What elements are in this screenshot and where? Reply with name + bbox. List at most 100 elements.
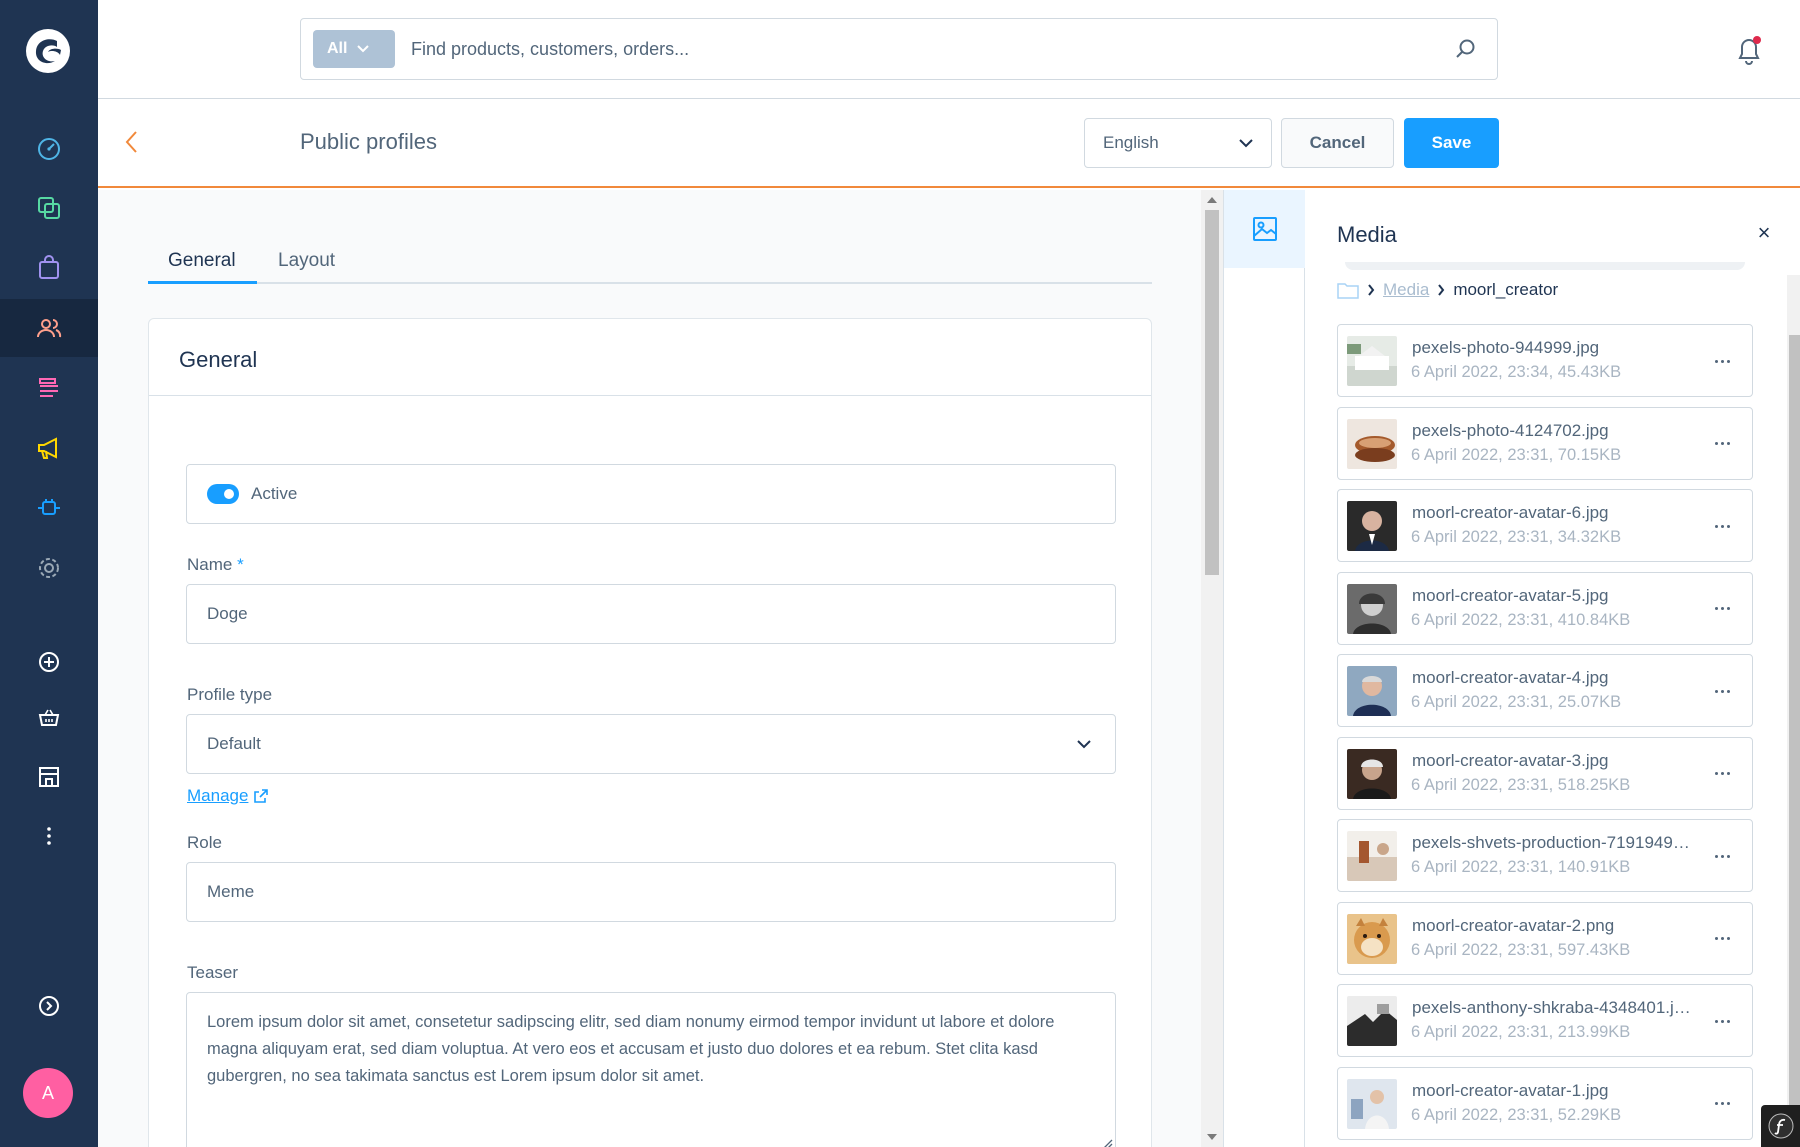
search-type-select[interactable]: All <box>313 30 395 68</box>
role-field[interactable]: Meme <box>186 862 1116 922</box>
media-sidebar-tab[interactable] <box>1224 190 1306 268</box>
media-thumbnail <box>1347 336 1397 386</box>
file-name: pexels-shvets-production-7191949.jpg <box>1412 833 1692 852</box>
symfony-logo-icon <box>1768 1113 1793 1139</box>
media-item[interactable]: pexels-photo-4124702.jpg 6 April 2022, 2… <box>1337 406 1753 480</box>
resize-handle-icon[interactable] <box>1101 1137 1113 1147</box>
content-icon <box>39 378 58 397</box>
admin-sidebar: A <box>0 0 98 1147</box>
media-scrollbar[interactable] <box>1787 275 1800 1147</box>
sidebar-item-settings[interactable] <box>0 539 98 597</box>
file-name: pexels-anthony-shkraba-4348401.jpg <box>1412 998 1692 1017</box>
more-actions-icon[interactable] <box>1710 846 1734 866</box>
shopping-bag-icon <box>39 255 59 279</box>
customers-icon <box>37 319 62 338</box>
media-thumbnail <box>1347 501 1397 551</box>
tab-general[interactable]: General <box>168 250 236 272</box>
shopware-logo[interactable] <box>25 28 71 74</box>
file-name: moorl-creator-avatar-1.jpg <box>1412 1080 1609 1100</box>
sidebar-item-customers[interactable] <box>0 299 98 357</box>
active-tab-indicator <box>148 281 257 284</box>
media-item[interactable]: moorl-creator-avatar-6.jpg 6 April 2022,… <box>1337 489 1753 562</box>
folder-icon[interactable] <box>1337 281 1359 299</box>
symfony-toolbar-toggle[interactable] <box>1761 1105 1800 1147</box>
sidebar-item-catalogues[interactable] <box>0 179 98 237</box>
notification-bell-icon[interactable] <box>1734 34 1764 66</box>
more-actions-icon[interactable] <box>1710 1011 1734 1031</box>
media-thumbnail <box>1347 666 1397 716</box>
sidebar-item-content[interactable] <box>0 359 98 417</box>
active-label: Active <box>251 484 298 503</box>
tab-layout[interactable]: Layout <box>278 250 335 272</box>
name-field[interactable]: Doge <box>186 584 1116 644</box>
name-value: Doge <box>207 604 248 623</box>
external-link-icon <box>254 789 269 803</box>
media-list: pexels-photo-944999.jpg 6 April 2022, 23… <box>1337 324 1753 1147</box>
required-mark: * <box>237 555 244 574</box>
file-name: moorl-creator-avatar-4.jpg <box>1412 668 1609 687</box>
more-actions-icon[interactable] <box>1710 516 1734 536</box>
gear-icon <box>39 558 59 578</box>
name-label-text: Name <box>187 555 233 574</box>
more-actions-icon[interactable] <box>1710 599 1734 619</box>
active-toggle[interactable] <box>207 484 239 504</box>
sidebar-item-marketing[interactable] <box>0 419 98 477</box>
profile-type-select[interactable]: Default <box>186 714 1116 774</box>
media-item[interactable]: moorl-creator-avatar-5.jpg 6 April 2022,… <box>1337 571 1753 645</box>
sidebar-item-more[interactable] <box>0 807 98 865</box>
media-item[interactable]: pexels-photo-944999.jpg 6 April 2022, 23… <box>1337 324 1753 397</box>
scroll-thumb[interactable] <box>1205 210 1219 575</box>
main-scrollbar[interactable] <box>1201 190 1223 1147</box>
more-actions-icon[interactable] <box>1710 351 1734 371</box>
sidebar-item-storefront[interactable] <box>0 748 98 806</box>
name-label: Name * <box>187 555 244 575</box>
chevron-down-icon <box>1077 740 1091 749</box>
user-avatar[interactable]: A <box>23 1068 73 1118</box>
dashboard-icon <box>38 138 60 160</box>
more-actions-icon[interactable] <box>1710 764 1734 784</box>
file-name: moorl-creator-avatar-2.png <box>1412 915 1615 935</box>
sidebar-item-sales-channel[interactable] <box>0 689 98 747</box>
more-actions-icon[interactable] <box>1710 1094 1734 1114</box>
sidebar-item-dashboard[interactable] <box>0 119 98 177</box>
more-actions-icon[interactable] <box>1710 434 1734 454</box>
scroll-up-arrow[interactable] <box>1207 197 1217 203</box>
profile-type-label: Profile type <box>187 685 273 704</box>
media-item[interactable]: moorl-creator-avatar-2.png 6 April 2022,… <box>1337 901 1753 975</box>
teaser-textarea[interactable]: Lorem ipsum dolor sit amet, consetetur s… <box>186 992 1116 1147</box>
media-scroll-thumb[interactable] <box>1789 335 1800 1147</box>
media-panel-title: Media <box>1337 222 1397 247</box>
media-item[interactable]: moorl-creator-avatar-4.jpg 6 April 2022,… <box>1337 654 1753 727</box>
save-button[interactable]: Save <box>1404 118 1499 168</box>
cancel-button[interactable]: Cancel <box>1281 118 1394 168</box>
file-name: pexels-photo-944999.jpg <box>1412 338 1600 357</box>
file-meta: 6 April 2022, 23:31, 410.84KB <box>1411 610 1631 629</box>
sidebar-collapse-toggle[interactable] <box>0 977 98 1035</box>
sidebar-item-extensions[interactable] <box>0 479 98 537</box>
more-actions-icon[interactable] <box>1710 681 1734 701</box>
profile-type-value: Default <box>207 734 261 753</box>
back-arrow-icon[interactable] <box>124 130 140 154</box>
file-meta: 6 April 2022, 23:34, 45.43KB <box>1411 363 1622 381</box>
more-actions-icon[interactable] <box>1710 929 1734 949</box>
file-meta: 6 April 2022, 23:31, 52.29KB <box>1411 1105 1622 1124</box>
sidebar-item-add[interactable] <box>0 633 98 691</box>
smart-bar: Public profiles English Cancel Save <box>98 99 1800 188</box>
detail-tabs: General Layout <box>148 250 1152 284</box>
breadcrumb-current: moorl_creator <box>1453 280 1559 299</box>
sidebar-item-orders[interactable] <box>0 239 98 297</box>
language-switch[interactable]: English <box>1084 118 1272 168</box>
close-icon[interactable]: × <box>1753 222 1775 244</box>
role-value: Meme <box>207 882 255 901</box>
media-item[interactable]: moorl-creator-avatar-3.jpg 6 April 2022,… <box>1337 736 1753 810</box>
search-input[interactable] <box>411 29 1411 69</box>
scroll-down-arrow[interactable] <box>1207 1134 1217 1140</box>
media-item[interactable]: moorl-creator-avatar-1.jpg 6 April 2022,… <box>1337 1066 1753 1140</box>
manage-link[interactable]: Manage <box>187 786 269 806</box>
breadcrumb-media-link[interactable]: Media <box>1383 280 1429 300</box>
search-icon[interactable] <box>1455 38 1477 60</box>
breadcrumb: Media moorl_creator <box>1337 280 1558 300</box>
file-name: moorl-creator-avatar-6.jpg <box>1412 503 1609 522</box>
media-item[interactable]: pexels-anthony-shkraba-4348401.jpg 6 Apr… <box>1337 984 1753 1057</box>
media-item[interactable]: pexels-shvets-production-7191949.jpg 6 A… <box>1337 819 1753 892</box>
